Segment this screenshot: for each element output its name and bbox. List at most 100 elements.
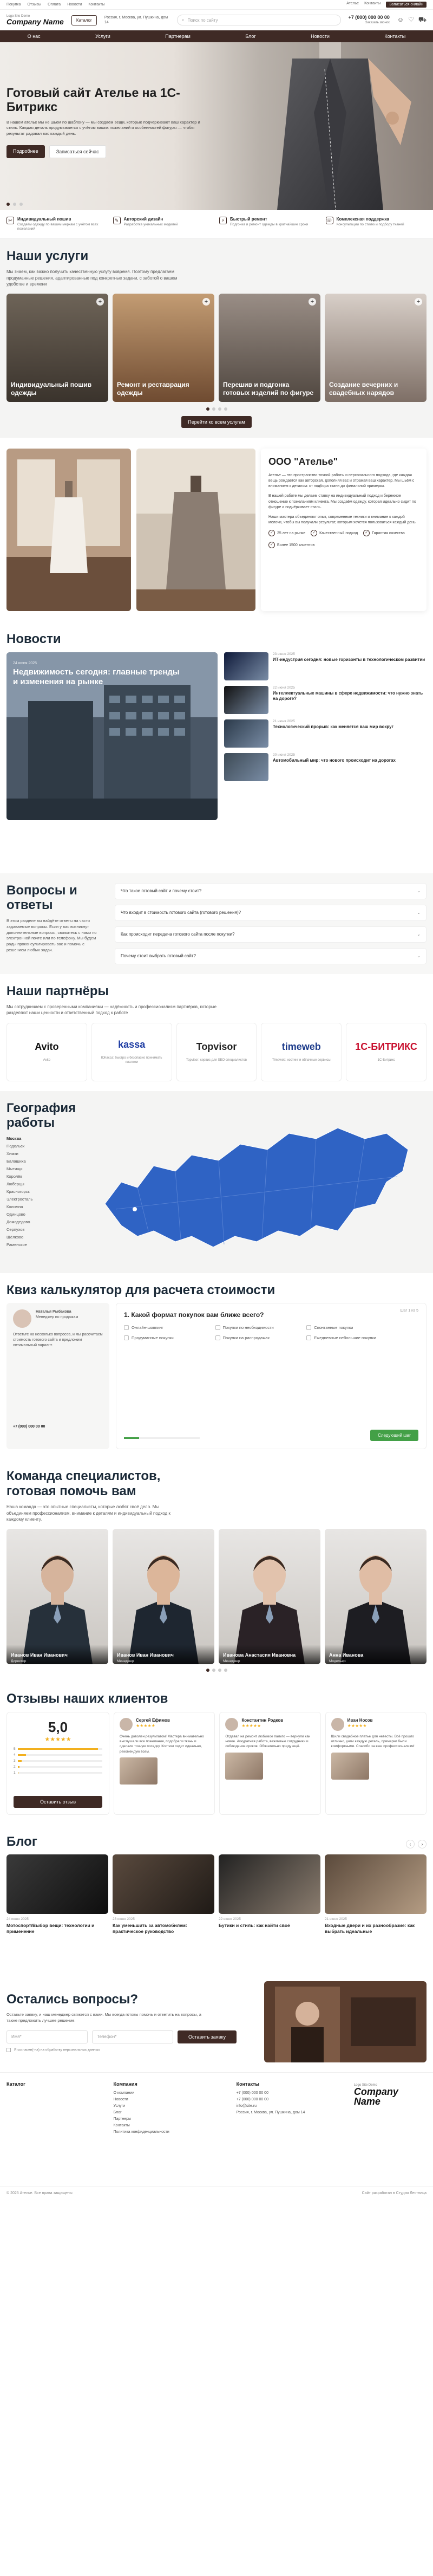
slider-dot[interactable] [206,407,209,411]
geo-region[interactable]: Мытищи [6,1166,77,1171]
name-input[interactable]: Имя* [6,2030,88,2043]
review-photo[interactable] [120,1757,158,1785]
nav-item[interactable]: Новости [311,34,330,39]
logo[interactable]: Logo Site Demo Company Name [6,15,64,25]
geo-region[interactable]: Домодедово [6,1219,77,1224]
geo-region[interactable]: Химки [6,1151,77,1156]
footer-catalog-title[interactable]: Каталог [6,2081,103,2087]
quiz-option[interactable]: Покупки на распродажах [215,1335,304,1341]
hero-signup-button[interactable]: Записаться сейчас [49,145,106,159]
topbar-link[interactable]: Новости [67,3,82,7]
leave-review-button[interactable]: Оставить отзыв [14,1795,102,1808]
geo-region[interactable]: Москва [6,1136,77,1141]
quiz-option[interactable]: Покупки по необходимости [215,1325,304,1331]
online-booking-pill[interactable]: Записаться онлайн [386,2,427,8]
checkbox[interactable] [124,1335,129,1341]
geo-region[interactable]: Красногорск [6,1189,77,1194]
partner-card[interactable]: kassa ЮКасса: быстро и безопасно принимат… [91,1022,172,1081]
news-featured[interactable]: 24 июня 2025 Недвижимость сегодня: главн… [6,652,218,820]
manager-phone[interactable]: +7 (000) 000 00 00 [13,1424,103,1430]
nav-item[interactable]: Партнерам [165,34,191,39]
team-member[interactable]: Иванова Анастасия Ивановна Менеджер [219,1528,320,1664]
service-card[interactable]: + Создание вечерних и свадебных нарядов [325,294,427,403]
all-services-button[interactable]: Перейти ко всем услугам [181,416,252,429]
quiz-next-button[interactable]: Следующий шаг [370,1430,418,1442]
callback-link[interactable]: Заказать звонок [349,21,390,25]
hero-more-button[interactable]: Подробнее [6,145,45,159]
footer-link[interactable]: Услуги [114,2104,226,2108]
checkbox[interactable] [124,1325,129,1331]
partner-card[interactable]: 1С-БИТРИКС 1С-Битрикс [346,1022,427,1081]
review-photo[interactable] [225,1752,264,1780]
geo-region[interactable]: Королёв [6,1174,77,1179]
topbar-link[interactable]: Покупка [6,3,21,7]
topbar-link[interactable]: Контакты [88,3,104,7]
nav-item[interactable]: Контакты [384,34,405,39]
team-member[interactable]: Иванов Иван Иванович Менеджер [113,1528,214,1664]
topbar-link[interactable]: Оплата [48,3,61,7]
faq-item[interactable]: Что такое готовый сайт и почему стоит? ⌄ [115,883,427,899]
plus-icon[interactable]: + [202,298,210,306]
footer-link[interactable]: Блог [114,2111,226,2114]
geo-region[interactable]: Люберцы [6,1182,77,1186]
plus-icon[interactable]: + [309,298,316,306]
slider-dot[interactable] [19,203,23,206]
slider-dot[interactable] [6,203,10,206]
slider-dot[interactable] [224,407,227,411]
quiz-option[interactable]: Спонтанные покупки [306,1325,395,1331]
slider-dot[interactable] [212,1668,215,1672]
heart-icon[interactable]: ♡ [408,16,414,24]
blog-post[interactable]: 21 июня 2025 Входные двери и их разнообра… [325,1854,427,1935]
team-member[interactable]: Анна Иванова Модельер [325,1528,427,1664]
nav-item[interactable]: Услуги [95,34,110,39]
developer-credit[interactable]: Сайт разработан в Студии Лестница [362,2191,427,2195]
quiz-option[interactable]: Ежедневные небольшие покупки [306,1335,395,1341]
russia-map[interactable] [83,1101,427,1263]
slider-dot[interactable] [218,407,221,411]
geo-region[interactable]: Серпухов [6,1227,77,1232]
footer-contact[interactable]: +7 (000) 000 00 00 [237,2098,343,2101]
arrow-right-icon[interactable]: › [418,1840,427,1849]
review-photo[interactable] [331,1752,369,1780]
footer-link[interactable]: Партнеры [114,2117,226,2121]
faq-item[interactable]: Как происходит передача готового сайта п… [115,926,427,943]
news-item[interactable]: 21 июня 2025 Технологический прорыв: как … [224,719,427,748]
faq-item[interactable]: Что входит в стоимость готового сайта (г… [115,904,427,921]
news-item[interactable]: 22 июня 2025 Интеллектуальные машины в сф… [224,685,427,714]
topbar-link[interactable]: Отзывы [27,3,41,7]
footer-contact[interactable]: +7 (000) 000 00 00 [237,2091,343,2095]
checkbox[interactable] [306,1325,312,1331]
service-card[interactable]: + Индивидуальный пошив одежды [6,294,108,403]
partner-card[interactable]: Avito Avito [6,1022,87,1081]
footer-link[interactable]: О компании [114,2091,226,2095]
user-icon[interactable]: ☺ [397,16,404,24]
faq-item[interactable]: Почему стоит выбрать готовый сайт? ⌄ [115,948,427,964]
geo-region[interactable]: Раменское [6,1242,77,1247]
geo-region[interactable]: Электросталь [6,1197,77,1202]
map-marker-moscow[interactable] [133,1206,137,1211]
hero-slider-dots[interactable] [6,203,23,206]
slider-dot[interactable] [224,1668,227,1672]
checkbox[interactable] [215,1325,220,1331]
phone-input[interactable]: Телефон* [92,2030,173,2043]
search-input[interactable]: ⌕ Поиск по сайту [176,15,341,25]
checkbox[interactable] [306,1335,312,1341]
footer-link[interactable]: Контакты [114,2124,226,2127]
checkbox[interactable] [215,1335,220,1341]
geo-region[interactable]: Щёлково [6,1235,77,1240]
cart-icon[interactable]: ⛟ [418,16,427,24]
nav-item[interactable]: О нас [28,34,41,39]
blog-post[interactable]: 22 июня 2025 Бутики и стиль: как найти св… [219,1854,320,1935]
news-item[interactable]: 23 июня 2025 ИТ-индустрия сегодня: новые … [224,652,427,680]
catalog-button[interactable]: Каталог [71,15,97,25]
geo-region[interactable]: Одинцово [6,1212,77,1217]
header-phone[interactable]: +7 (000) 000 00 00 Заказать звонок [349,15,390,25]
submit-request-button[interactable]: Оставить заявку [178,2030,237,2043]
geo-region[interactable]: Подольск [6,1144,77,1149]
topbar-right-0[interactable]: Ателье [346,2,359,8]
service-card[interactable]: + Ремонт и реставрация одежды [113,294,214,403]
blog-post[interactable]: 24 июня 2025 Мотоспорт/Выбор вещи: технол… [6,1854,108,1935]
plus-icon[interactable]: + [415,298,422,306]
plus-icon[interactable]: + [96,298,104,306]
geo-region[interactable]: Коломна [6,1204,77,1209]
